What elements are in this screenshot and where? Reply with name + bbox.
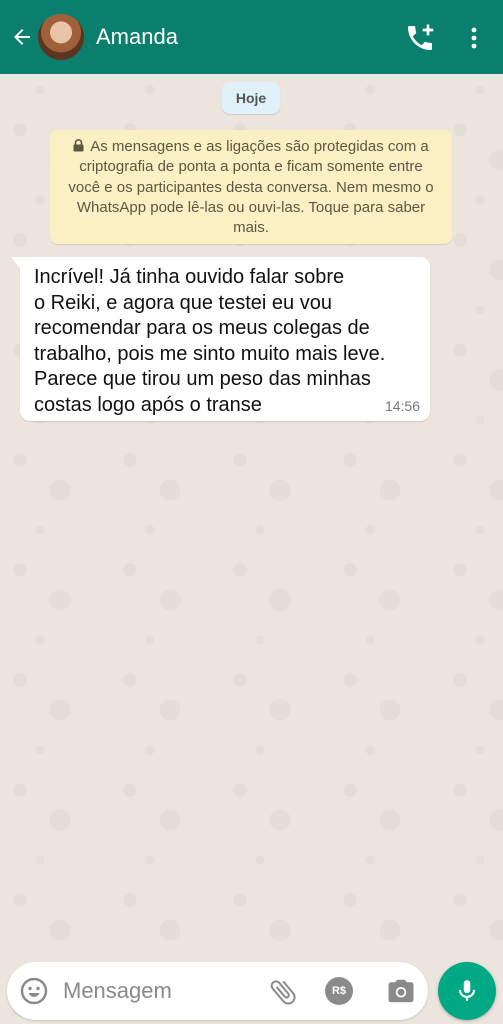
incoming-message-bubble[interactable]: Incrível! Já tinha ouvido falar sobre o …: [20, 257, 430, 421]
encryption-text: As mensagens e as ligações são protegida…: [68, 138, 434, 237]
back-arrow-icon: [14, 29, 30, 45]
more-options-button[interactable]: [462, 22, 486, 54]
encryption-notice[interactable]: As mensagens e as ligações são protegida…: [50, 130, 452, 244]
message-input[interactable]: [63, 974, 253, 1008]
message-composer: R$: [7, 962, 428, 1020]
avatar[interactable]: [38, 14, 84, 60]
contact-name[interactable]: Amanda: [96, 22, 178, 52]
payment-icon: R$: [331, 985, 347, 997]
add-call-icon: [408, 24, 434, 50]
camera-button[interactable]: [385, 976, 417, 1006]
message-time: 14:56: [384, 398, 420, 414]
mic-icon: [458, 980, 476, 1001]
attach-button[interactable]: [267, 976, 299, 1008]
emoji-button[interactable]: [19, 976, 49, 1006]
date-divider: Hoje: [222, 82, 280, 114]
voice-message-button[interactable]: [438, 962, 496, 1020]
lock-icon: [73, 139, 84, 152]
message-text: Incrível! Já tinha ouvido falar sobre o …: [34, 266, 386, 416]
more-vert-icon: [471, 27, 477, 49]
camera-icon: [388, 979, 414, 1003]
back-button[interactable]: [8, 22, 36, 52]
emoji-icon: [20, 977, 48, 1005]
attach-icon: [270, 980, 296, 1005]
chat-header: Amanda: [0, 0, 503, 74]
payment-button[interactable]: R$: [325, 977, 353, 1005]
add-call-button[interactable]: [404, 22, 436, 54]
